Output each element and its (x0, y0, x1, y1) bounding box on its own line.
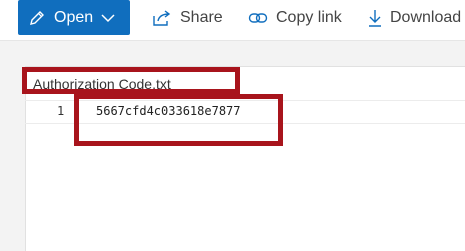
share-icon (152, 9, 172, 27)
copy-link-label: Copy link (276, 9, 342, 26)
file-name: Authorization Code.txt (33, 76, 171, 92)
command-bar: Open Share Copy link Download (0, 0, 465, 41)
download-button[interactable]: Download (368, 0, 461, 36)
chevron-down-icon (101, 13, 115, 23)
line-text: 5667cfd4c033618e7877 (96, 104, 241, 118)
share-button[interactable]: Share (152, 0, 223, 36)
link-icon (248, 10, 268, 26)
open-label: Open (54, 8, 94, 26)
line-number: 1 (57, 104, 65, 118)
file-viewer (25, 66, 465, 251)
share-label: Share (180, 9, 223, 26)
copy-link-button[interactable]: Copy link (248, 0, 342, 36)
pencil-icon (28, 9, 46, 27)
code-line[interactable]: 1 5667cfd4c033618e7877 (25, 100, 465, 124)
download-label: Download (390, 9, 462, 26)
download-icon (368, 9, 382, 27)
open-button[interactable]: Open (18, 0, 130, 35)
